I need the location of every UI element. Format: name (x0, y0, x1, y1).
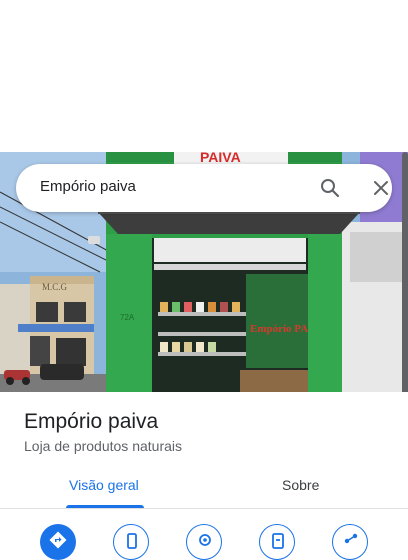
place-category: Loja de produtos naturais (24, 438, 182, 454)
place-details-sheet: Empório paiva Loja de produtos naturais … (0, 392, 408, 560)
save-button[interactable] (259, 524, 295, 560)
tab-about[interactable]: Sobre (282, 477, 319, 493)
share-icon (344, 533, 358, 544)
building-number: 72A (120, 313, 135, 322)
tab-overview[interactable]: Visão geral (69, 477, 139, 493)
location-button[interactable] (186, 524, 222, 560)
place-title: Empório paiva (24, 410, 159, 433)
building-sign: M.C.G (42, 282, 68, 292)
directions-icon (49, 531, 67, 549)
directions-button[interactable] (40, 524, 76, 560)
close-icon[interactable] (369, 176, 393, 200)
search-bar[interactable]: Empório paiva (16, 164, 392, 212)
tabs-divider (0, 508, 408, 509)
search-input[interactable]: Empório paiva (40, 178, 136, 195)
call-button[interactable] (113, 524, 149, 560)
scrollbar[interactable] (402, 152, 408, 424)
phone-icon (127, 533, 137, 549)
share-button[interactable] (332, 524, 368, 560)
search-icon[interactable] (318, 176, 342, 200)
save-icon (272, 533, 284, 549)
location-icon (199, 534, 211, 546)
